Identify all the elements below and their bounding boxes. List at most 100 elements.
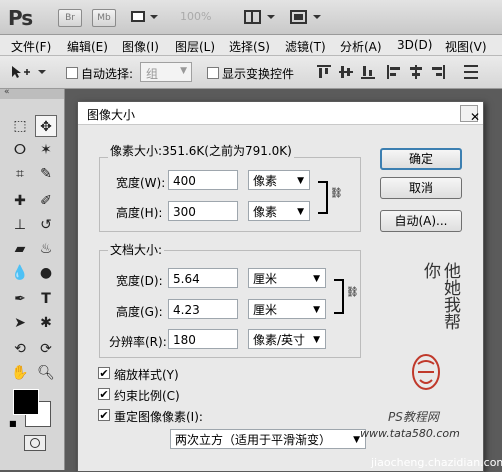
- distribute-top-icon: [464, 65, 478, 79]
- width-unit-select[interactable]: 像素 ▼: [248, 170, 310, 190]
- dodge-tool-icon[interactable]: ●: [35, 262, 57, 284]
- doc-height-unit-select[interactable]: 厘米 ▼: [248, 299, 326, 319]
- paint-bucket-tool-icon[interactable]: ♨: [35, 238, 57, 260]
- doc-height-input[interactable]: 4.23: [168, 299, 238, 319]
- photoshop-logo: Ps: [8, 6, 33, 30]
- hand-tool-icon[interactable]: ✋: [9, 362, 31, 384]
- zoom-level[interactable]: 100%: [180, 10, 232, 26]
- constrain-bracket: [318, 181, 328, 214]
- foreground-color-swatch-top: [13, 389, 39, 415]
- height-unit-select[interactable]: 像素 ▼: [248, 201, 310, 221]
- constrain-proportions-checkbox[interactable]: ✔: [98, 388, 110, 401]
- resolution-unit-value: 像素/英寸: [253, 333, 306, 347]
- resolution-label: 分辨率(R):: [109, 335, 167, 349]
- show-transform-checkbox[interactable]: [207, 67, 219, 79]
- doc-constrain-bracket: [334, 279, 344, 314]
- menu-file[interactable]: 文件(F): [11, 38, 51, 55]
- auto-select-checkbox[interactable]: [66, 67, 78, 79]
- resample-method-select[interactable]: 两次立方（适用于平滑渐变） ▼: [170, 429, 366, 449]
- default-colors-icon[interactable]: ■: [9, 419, 17, 428]
- menu-edit[interactable]: 编辑(E): [67, 38, 108, 55]
- menu-image[interactable]: 图像(I): [122, 38, 159, 55]
- auto-select-value: 组: [146, 67, 159, 81]
- magic-wand-tool-icon[interactable]: ✶: [35, 139, 57, 161]
- show-transform-label: 显示变换控件: [222, 67, 295, 81]
- blur-tool-icon[interactable]: 💧: [9, 262, 31, 284]
- align-buttons: [314, 62, 494, 82]
- spot-healing-tool-icon[interactable]: ✚: [9, 190, 31, 212]
- resample-method-value: 两次立方（适用于平滑渐变）: [175, 433, 332, 447]
- menu-select[interactable]: 选择(S): [229, 38, 270, 55]
- tools-panel-header: «: [0, 87, 64, 99]
- auto-button[interactable]: 自动(A)...: [380, 210, 462, 232]
- doc-width-input[interactable]: 5.64: [168, 268, 238, 288]
- resample-label: 重定图像像素(I):: [114, 410, 203, 424]
- height-unit-value: 像素: [253, 205, 278, 219]
- pen-tool-icon[interactable]: ✒: [9, 288, 31, 310]
- doc-height-label: 高度(G):: [116, 305, 163, 319]
- clone-stamp-tool-icon[interactable]: ⊥: [9, 214, 31, 236]
- move-tool-icon[interactable]: ✥: [35, 115, 57, 137]
- chevron-down-icon: ▼: [313, 274, 320, 284]
- scale-styles-checkbox[interactable]: ✔: [98, 367, 110, 380]
- height-input[interactable]: 300: [168, 201, 238, 221]
- resolution-input[interactable]: 180: [168, 329, 238, 349]
- zoom-tool-icon[interactable]: 🔍︎: [35, 362, 57, 384]
- width-label: 宽度(W):: [116, 176, 166, 190]
- doc-width-unit-select[interactable]: 厘米 ▼: [248, 268, 326, 288]
- eraser-tool-icon[interactable]: ▰: [9, 238, 31, 260]
- history-brush-tool-icon[interactable]: ↺: [35, 214, 57, 236]
- marquee-tool-icon[interactable]: ⬚: [9, 115, 31, 137]
- bridge-button[interactable]: Br: [58, 9, 82, 27]
- move-tool-icon: [12, 66, 46, 78]
- menu-3d[interactable]: 3D(D): [397, 38, 432, 52]
- quick-mask-button[interactable]: [24, 435, 46, 451]
- align-vertical-center-icon: [339, 66, 353, 78]
- chevron-down-icon: ▼: [353, 435, 360, 445]
- mini-bridge-button[interactable]: Mb: [92, 9, 116, 27]
- menu-bar: 文件(F) 编辑(E) 图像(I) 图层(L) 选择(S) 滤镜(T) 分析(A…: [0, 35, 502, 56]
- brush-tool-icon[interactable]: ✐: [35, 190, 57, 212]
- doc-width-unit-value: 厘米: [253, 272, 278, 286]
- collapse-icon[interactable]: «: [4, 87, 10, 97]
- 3d-rotate-tool-icon[interactable]: ⟲: [9, 338, 31, 360]
- view-extras-menu[interactable]: [130, 9, 160, 25]
- application-bar: Ps Br Mb 100%: [0, 0, 502, 35]
- cancel-button[interactable]: 取消: [380, 177, 462, 199]
- path-selection-tool-icon[interactable]: ➤: [9, 312, 31, 334]
- 3d-orbit-tool-icon[interactable]: ⟳: [35, 338, 57, 360]
- crop-tool-icon[interactable]: ⌗: [9, 163, 31, 185]
- chain-link-icon: ⛓: [330, 188, 343, 199]
- screen-mode-menu[interactable]: [290, 9, 324, 25]
- quick-mask-icon: [30, 438, 40, 448]
- menu-view[interactable]: 视图(V): [445, 38, 487, 55]
- menu-analysis[interactable]: 分析(A): [340, 38, 382, 55]
- dialog-title-bar[interactable]: 图像大小 ✕: [78, 102, 483, 125]
- align-horizontal-center-icon: [410, 65, 422, 79]
- handwritten-signature: 他她我帮你: [396, 262, 460, 342]
- menu-layer[interactable]: 图层(L): [175, 38, 215, 55]
- move-tool-preset[interactable]: [8, 64, 52, 80]
- custom-shape-tool-icon[interactable]: ✱: [35, 312, 57, 334]
- eyedropper-tool-icon[interactable]: ✎: [35, 163, 57, 185]
- menu-filter[interactable]: 滤镜(T): [285, 38, 326, 55]
- resolution-unit-select[interactable]: 像素/英寸 ▼: [248, 329, 326, 349]
- doc-width-label: 宽度(D):: [116, 274, 163, 288]
- auto-select-dropdown[interactable]: 组 ▼: [140, 62, 192, 82]
- ok-button[interactable]: 确定: [380, 148, 462, 170]
- options-bar: 自动选择: 组 ▼ 显示变换控件: [0, 56, 502, 89]
- align-top-icon: [317, 65, 331, 78]
- doc-height-unit-value: 厘米: [253, 303, 278, 317]
- resample-checkbox[interactable]: ✔: [98, 409, 110, 422]
- site-text: www.tata580.com: [360, 427, 460, 440]
- film-strip-icon: [131, 11, 158, 22]
- chevron-down-icon: ▼: [297, 176, 304, 186]
- height-label: 高度(H):: [116, 206, 163, 220]
- arrange-documents-menu[interactable]: [244, 9, 278, 25]
- chevron-down-icon: ▼: [180, 66, 187, 76]
- width-input[interactable]: 400: [168, 170, 238, 190]
- close-button[interactable]: ✕: [460, 105, 480, 124]
- type-tool-icon[interactable]: T: [35, 288, 57, 310]
- lasso-tool-icon[interactable]: ⵔ: [9, 139, 31, 161]
- chevron-down-icon: ▼: [313, 335, 320, 345]
